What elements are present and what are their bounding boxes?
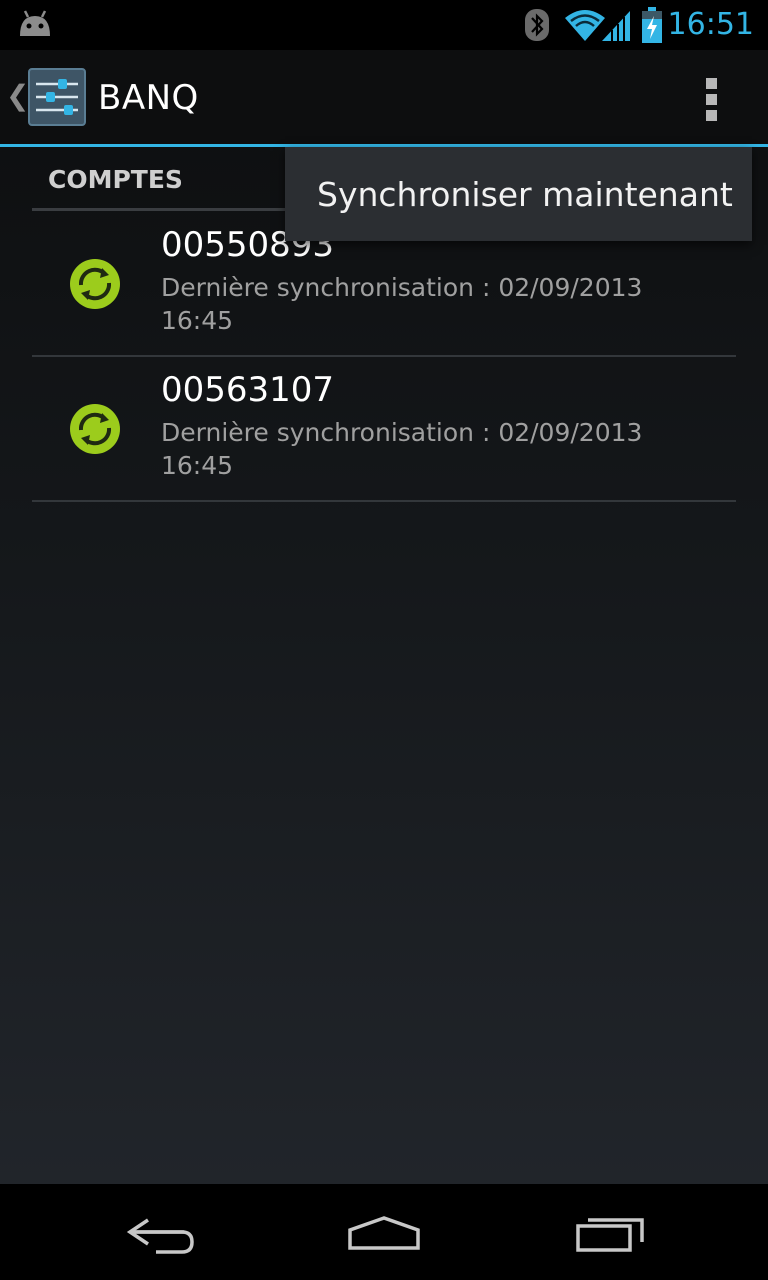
overflow-menu-icon[interactable]	[688, 72, 736, 124]
menu-item-label: Synchroniser maintenant	[317, 175, 733, 214]
screen: 16:51 ❮ BANQ COMPTES 00550893 Dernière s…	[0, 0, 768, 1280]
sync-icon	[70, 404, 120, 454]
status-time: 16:51	[667, 7, 754, 42]
settings-sliders-icon[interactable]	[28, 68, 86, 126]
back-icon[interactable]	[100, 1198, 220, 1266]
recent-apps-icon[interactable]	[552, 1198, 672, 1266]
menu-item-sync-now[interactable]: Synchroniser maintenant	[285, 147, 752, 241]
overflow-dot	[706, 110, 717, 121]
home-icon[interactable]	[324, 1198, 444, 1266]
navigation-bar	[0, 1184, 768, 1280]
action-bar: ❮ BANQ	[0, 50, 768, 147]
last-sync-label: Dernière synchronisation : 02/09/2013 16…	[161, 273, 643, 335]
app-title: BANQ	[98, 78, 199, 118]
account-list-item[interactable]: 00563107 Dernière synchronisation : 02/0…	[32, 356, 736, 502]
signal-icon	[602, 11, 630, 41]
status-bar: 16:51	[0, 0, 768, 50]
account-number: 00563107	[161, 370, 335, 410]
last-sync-label: Dernière synchronisation : 02/09/2013 16…	[161, 418, 643, 480]
overflow-dot	[706, 78, 717, 89]
bluetooth-icon	[525, 9, 549, 41]
sync-icon	[70, 259, 120, 309]
battery-charging-icon	[642, 7, 662, 43]
overflow-dot	[706, 94, 717, 105]
section-header-label: COMPTES	[48, 165, 183, 194]
up-chevron-icon[interactable]: ❮	[6, 80, 29, 112]
android-icon	[20, 10, 50, 36]
overflow-popup-menu: Synchroniser maintenant	[285, 147, 752, 241]
